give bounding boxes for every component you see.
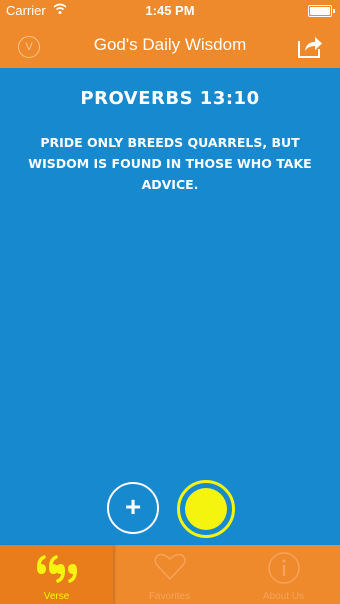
header: Carrier 1:45 PM V God's Daily Wisdom xyxy=(0,0,340,68)
heart-icon xyxy=(153,553,186,581)
tab-favorites-label: Favorites xyxy=(148,591,191,602)
tab-favorites[interactable]: Favorites xyxy=(113,545,226,604)
yellow-circle-icon xyxy=(185,488,227,530)
tab-about[interactable]: About Us xyxy=(227,545,340,604)
status-bar: Carrier 1:45 PM xyxy=(0,0,340,22)
tab-bar: Verse Favorites About Us xyxy=(0,545,340,604)
tab-about-label: About Us xyxy=(262,591,305,602)
tab-verse-label: Verse xyxy=(43,591,70,602)
battery-icon xyxy=(308,5,335,17)
verse-reference: PROVERBS 13:10 xyxy=(80,88,260,109)
quote-icon xyxy=(36,555,77,583)
add-button[interactable]: + xyxy=(107,482,159,534)
verse-text: PRIDE ONLY BREEDS QUARRELS, BUT WISDOM I… xyxy=(28,135,312,192)
status-time: 1:45 PM xyxy=(145,3,195,18)
tab-verse[interactable]: Verse xyxy=(0,545,113,604)
share-icon[interactable] xyxy=(296,33,324,59)
info-icon xyxy=(267,552,300,584)
page-title: God's Daily Wisdom xyxy=(93,35,247,54)
navbar: V God's Daily Wisdom xyxy=(0,22,340,68)
highlight-button[interactable] xyxy=(177,480,235,538)
